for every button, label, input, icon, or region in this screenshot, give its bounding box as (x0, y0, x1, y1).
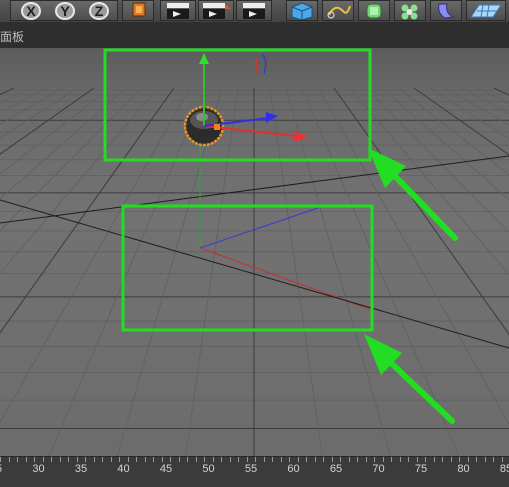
timeline-minor-tick (306, 457, 307, 462)
timeline-ruler[interactable]: 25 30 35 40 45 50 55 60 65 70 75 80 85 (0, 456, 509, 487)
timeline-minor-tick (280, 457, 282, 462)
timeline-minor-tick (501, 457, 503, 462)
coordinate-system-icon[interactable] (122, 0, 154, 21)
toolbar-axis-group: X Y Z (10, 0, 118, 21)
timeline-minor-tick (51, 457, 52, 462)
timeline-minor-tick (102, 457, 103, 462)
timeline-minor-tick (85, 457, 86, 462)
timeline-minor-tick (17, 457, 18, 462)
spline-pen-icon[interactable] (322, 0, 354, 21)
timeline-minor-tick (484, 457, 486, 462)
timeline-tick-label: 65 (329, 463, 343, 475)
timeline-tick-label: 25 (0, 463, 2, 475)
nurbs-generator-icon[interactable] (358, 0, 390, 21)
render-settings-icon[interactable] (236, 0, 272, 21)
timeline-minor-tick (314, 457, 316, 462)
timeline-minor-tick (34, 457, 35, 462)
timeline-minor-tick (221, 457, 222, 462)
timeline-minor-tick (42, 457, 44, 462)
3d-viewport[interactable] (0, 48, 509, 456)
z-axis-lock-button[interactable]: Z (89, 2, 109, 20)
timeline-minor-tick (178, 457, 180, 462)
timeline-minor-tick (272, 457, 273, 462)
cube-primitive-icon[interactable] (286, 0, 318, 21)
timeline-minor-tick (391, 457, 392, 462)
world-axis-z (199, 207, 319, 249)
timeline-minor-tick (0, 457, 1, 462)
timeline-minor-tick (416, 457, 418, 462)
floor-environment-icon[interactable] (466, 0, 506, 21)
timeline-minor-tick (136, 457, 137, 462)
timeline-minor-tick (365, 457, 367, 462)
annotation-box-origin (121, 204, 374, 332)
x-axis-lock-button[interactable]: X (21, 2, 41, 20)
timeline-minor-tick (68, 457, 69, 462)
timeline-tick-label: 60 (287, 463, 300, 475)
timeline-minor-tick (374, 457, 375, 462)
timeline-tick-label: 70 (372, 463, 385, 475)
timeline-minor-tick (212, 457, 214, 462)
timeline-minor-tick (76, 457, 78, 462)
timeline-minor-tick (204, 457, 205, 462)
timeline-tick-label: 50 (202, 463, 215, 475)
timeline-tick-label: 85 (499, 463, 509, 475)
viewport-canvas (0, 48, 509, 456)
timeline-minor-tick (255, 457, 256, 462)
timeline-minor-tick (459, 457, 460, 462)
timeline-tick-label: 80 (457, 463, 470, 475)
timeline-minor-tick (119, 457, 120, 462)
timeline-minor-tick (467, 457, 469, 462)
timeline-minor-tick (476, 457, 477, 462)
timeline-minor-tick (289, 457, 290, 462)
panel-menu[interactable]: 面板 (0, 28, 24, 45)
timeline-minor-tick (382, 457, 384, 462)
annotation-box-sphere (103, 48, 372, 162)
timeline-tick-label: 45 (159, 463, 173, 475)
deformer-bend-icon[interactable] (430, 0, 462, 21)
timeline-tick-label: 35 (74, 463, 88, 475)
viewport-menubar: 面板 (0, 22, 509, 49)
timeline-minor-tick (433, 457, 435, 462)
timeline-minor-tick (161, 457, 163, 462)
timeline-minor-tick (153, 457, 154, 462)
y-axis-lock-button[interactable]: Y (55, 2, 75, 20)
timeline-minor-tick (170, 457, 171, 462)
timeline-minor-tick (297, 457, 299, 462)
timeline-minor-tick (93, 457, 95, 462)
timeline-tick-label: 75 (414, 463, 428, 475)
timeline-minor-tick (493, 457, 494, 462)
timeline-minor-tick (408, 457, 409, 462)
timeline-tick-label: 55 (244, 463, 258, 475)
timeline-minor-tick (144, 457, 146, 462)
timeline-minor-tick (110, 457, 112, 462)
timeline-minor-tick (187, 457, 188, 462)
mograph-cloner-icon[interactable] (394, 0, 426, 21)
timeline-minor-tick (59, 457, 61, 462)
timeline-minor-tick (348, 457, 350, 462)
timeline-minor-tick (246, 457, 248, 462)
timeline-tick-label: 40 (117, 463, 130, 475)
timeline-minor-tick (195, 457, 197, 462)
timeline-tick-label: 30 (32, 463, 45, 475)
timeline-minor-tick (8, 457, 10, 462)
timeline-minor-tick (229, 457, 231, 462)
timeline-minor-tick (442, 457, 443, 462)
timeline-minor-tick (450, 457, 452, 462)
timeline-minor-tick (425, 457, 426, 462)
timeline-minor-tick (25, 457, 27, 462)
timeline-minor-tick (340, 457, 341, 462)
timeline-minor-tick (238, 457, 239, 462)
render-view-icon[interactable] (160, 0, 196, 21)
timeline-minor-tick (357, 457, 358, 462)
timeline-minor-tick (331, 457, 333, 462)
object-origin-marker (255, 53, 267, 75)
timeline-minor-tick (127, 457, 129, 462)
render-to-picture-viewer-icon[interactable] (198, 0, 234, 21)
timeline-minor-tick (263, 457, 265, 462)
main-toolbar: X Y Z (0, 0, 509, 23)
timeline-minor-tick (323, 457, 324, 462)
timeline-minor-tick (399, 457, 401, 462)
